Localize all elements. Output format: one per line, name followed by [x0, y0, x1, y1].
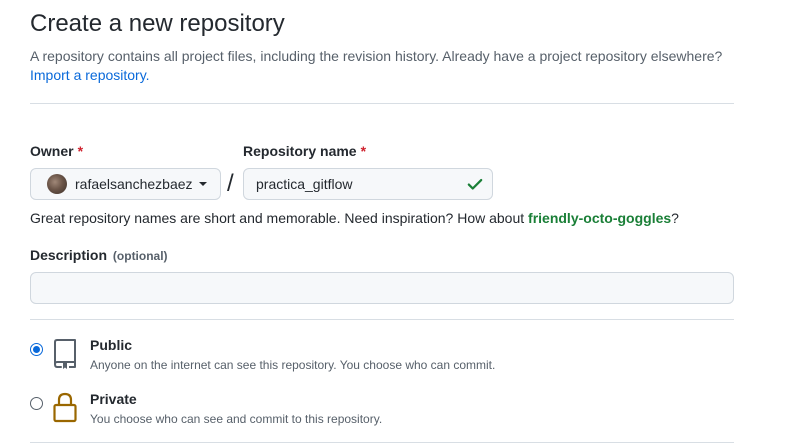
public-radio[interactable]	[30, 343, 43, 356]
description-label: Description (optional)	[30, 247, 168, 263]
public-title: Public	[90, 337, 133, 353]
import-repository-link[interactable]: Import a repository.	[30, 67, 150, 83]
repo-icon	[52, 338, 78, 375]
owner-select-button[interactable]: rafaelsanchezbaez	[30, 168, 221, 200]
caret-down-icon	[198, 182, 207, 186]
description-input[interactable]	[30, 272, 734, 304]
repo-name-label: Repository name *	[243, 143, 366, 159]
name-inspiration-hint: Great repository names are short and mem…	[30, 210, 679, 226]
optional-tag: (optional)	[112, 249, 168, 263]
bottom-divider	[30, 442, 734, 443]
hint-end: ?	[671, 210, 679, 226]
avatar	[47, 174, 67, 194]
suggested-name[interactable]: friendly-octo-goggles	[528, 210, 671, 226]
page-subtitle: A repository contains all project files,…	[30, 48, 723, 64]
owner-label-text: Owner	[30, 143, 74, 159]
private-radio[interactable]	[30, 397, 43, 410]
owner-required-mark: *	[77, 143, 84, 159]
page-title: Create a new repository	[30, 10, 285, 37]
repository-name-input[interactable]	[243, 168, 493, 200]
owner-repo-separator: /	[227, 170, 234, 197]
owner-name: rafaelsanchezbaez	[75, 176, 193, 192]
repo-name-required-mark: *	[360, 143, 367, 159]
description-label-text: Description	[30, 247, 108, 263]
repo-name-label-text: Repository name	[243, 143, 357, 159]
check-icon	[466, 175, 484, 198]
private-title: Private	[90, 391, 137, 407]
radio-dot	[33, 346, 40, 353]
hint-text: Great repository names are short and mem…	[30, 210, 525, 226]
lock-icon	[52, 391, 78, 428]
visibility-divider	[30, 319, 734, 320]
public-description: Anyone on the internet can see this repo…	[90, 358, 496, 372]
private-description: You choose who can see and commit to thi…	[90, 412, 383, 426]
header-divider	[30, 103, 734, 104]
owner-label: Owner *	[30, 143, 83, 159]
